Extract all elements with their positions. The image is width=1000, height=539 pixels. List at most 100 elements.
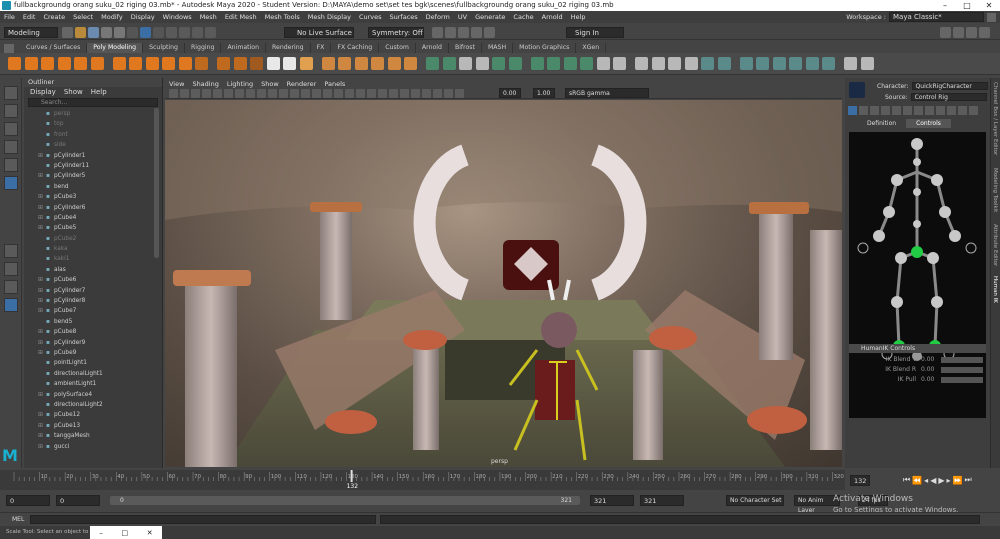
viewport-3d[interactable]: persp xyxy=(165,100,842,467)
outliner-item[interactable]: ⊞ ▪ pCube12 xyxy=(24,410,162,420)
play-forward-icon[interactable]: ▶ xyxy=(938,476,944,485)
expand-icon[interactable]: ⊞ xyxy=(38,442,46,452)
smooth-shade-icon[interactable] xyxy=(323,89,332,98)
hik-selection-icon[interactable] xyxy=(892,106,901,115)
menu-set-dropdown[interactable]: Modeling xyxy=(4,27,58,38)
hik-show-ik-icon[interactable] xyxy=(947,106,956,115)
outliner-item[interactable]: ▪ kaka xyxy=(24,244,162,254)
menu-help[interactable]: Help xyxy=(571,13,586,21)
quadrangulate-tool-icon[interactable] xyxy=(701,57,714,70)
rotate-tool-icon[interactable] xyxy=(4,158,18,172)
pinch-tool-icon[interactable] xyxy=(860,57,874,70)
textured-icon[interactable] xyxy=(345,89,354,98)
helix-tool-icon[interactable] xyxy=(195,57,208,70)
outliner-item[interactable]: ⊞ ▪ pCylinder5 xyxy=(24,171,162,181)
tab-definition[interactable]: Definition xyxy=(857,119,906,128)
expand-icon[interactable]: ⊞ xyxy=(38,338,46,348)
menu-modify[interactable]: Modify xyxy=(101,13,123,21)
grab-tool-icon[interactable] xyxy=(844,57,857,70)
outliner-item[interactable]: ▪ persp xyxy=(24,109,162,119)
time-slider[interactable]: 10 20 30 40 50 60 70 80 90 100 110 120 130 140 150 160 1… xyxy=(0,470,845,490)
platonic-tool-icon[interactable] xyxy=(129,57,142,70)
chamfer-tool-icon[interactable] xyxy=(635,57,648,70)
current-frame-field[interactable]: 132 xyxy=(850,475,870,486)
shelf-tab-mash[interactable]: MASH xyxy=(482,43,514,53)
workspace-dropdown[interactable]: Maya Classic* xyxy=(889,12,984,22)
playback-end-field[interactable]: 321 xyxy=(590,495,634,506)
expand-icon[interactable]: ⊞ xyxy=(38,192,46,202)
outliner-menu-show[interactable]: Show xyxy=(64,88,83,96)
hik-param-slider[interactable] xyxy=(941,377,983,383)
anti-aliasing-icon[interactable] xyxy=(400,89,409,98)
plane-tool-icon[interactable] xyxy=(90,57,104,70)
multi-cut-tool-icon[interactable] xyxy=(459,57,472,70)
uv-unfold-tool-icon[interactable] xyxy=(772,57,786,70)
outliner-item[interactable]: ▪ top xyxy=(24,119,162,129)
motion-blur-icon[interactable] xyxy=(389,89,398,98)
select-tool-icon[interactable] xyxy=(4,86,18,100)
outliner-item[interactable]: ⊞ ▪ pCube13 xyxy=(24,421,162,431)
ambient-occlusion-icon[interactable] xyxy=(378,89,387,98)
four-pane-layout-icon[interactable] xyxy=(4,262,18,276)
tool-settings-icon[interactable] xyxy=(966,27,977,38)
xray-icon[interactable] xyxy=(433,89,442,98)
channel-box-icon[interactable] xyxy=(979,27,990,38)
expand-icon[interactable]: ⊞ xyxy=(38,431,46,441)
default-material-icon[interactable] xyxy=(334,89,343,98)
step-forward-frame-icon[interactable]: ▸ xyxy=(947,476,951,485)
outliner-item[interactable]: ⊞ ▪ pCube8 xyxy=(24,327,162,337)
bookmarks-icon[interactable] xyxy=(191,89,200,98)
image-plane-icon[interactable] xyxy=(202,89,211,98)
outliner-item[interactable]: ▪ directionalLight2 xyxy=(24,400,162,410)
outliner-item[interactable]: ⊞ ▪ gucci xyxy=(24,442,162,452)
outliner-item[interactable]: ⊞ ▪ polySurface4 xyxy=(24,390,162,400)
depth-of-field-icon[interactable] xyxy=(411,89,420,98)
menu-cache[interactable]: Cache xyxy=(513,13,533,21)
mirror-tool-icon[interactable] xyxy=(387,57,401,70)
outliner-item[interactable]: ⊞ ▪ pCube5 xyxy=(24,223,162,233)
two-pane-layout-icon[interactable] xyxy=(4,280,18,294)
shadows-icon[interactable] xyxy=(367,89,376,98)
current-time-marker[interactable] xyxy=(350,470,353,482)
play-back-icon[interactable]: ◀ xyxy=(930,476,936,485)
hik-param-slider[interactable] xyxy=(941,357,983,363)
outliner-item[interactable]: ⊞ ▪ pCylinder8 xyxy=(24,296,162,306)
cylinder-tool-icon[interactable] xyxy=(41,57,54,70)
extrude-tool-icon[interactable] xyxy=(492,57,505,70)
outliner-item[interactable]: ⊞ ▪ pCube9 xyxy=(24,348,162,358)
snap-view-icon[interactable] xyxy=(205,27,216,38)
bridge-tool-icon[interactable] xyxy=(426,57,439,70)
bevel-tool-icon[interactable] xyxy=(475,57,489,70)
shelf-tab-fx[interactable]: FX xyxy=(311,43,332,53)
step-back-frame-icon[interactable]: ◂ xyxy=(924,476,928,485)
side-tab-attribute-editor[interactable]: Attribute Editor xyxy=(992,224,998,266)
shelf-tab-custom[interactable]: Custom xyxy=(379,43,416,53)
side-tab-channel-box[interactable]: Channel Box / Layer Editor xyxy=(992,82,998,155)
wedge-tool-icon[interactable] xyxy=(668,57,681,70)
planar-uv-tool-icon[interactable] xyxy=(717,57,731,70)
render-icon[interactable] xyxy=(432,27,443,38)
automatic-uv-tool-icon[interactable] xyxy=(739,57,753,70)
shelf-tab-arnold[interactable]: Arnold xyxy=(416,43,449,53)
hik-param-value[interactable]: 0.00 xyxy=(921,356,934,363)
pyramid-tool-icon[interactable] xyxy=(145,57,159,70)
super-shape-tool-icon[interactable] xyxy=(250,57,263,70)
menu-file[interactable]: File xyxy=(4,13,15,21)
pipe-tool-icon[interactable] xyxy=(178,57,192,70)
workspace-lock-icon[interactable] xyxy=(987,12,996,22)
shelf-tab-fx-caching[interactable]: FX Caching xyxy=(331,43,380,53)
shelf-tab-xgen[interactable]: XGen xyxy=(576,43,607,53)
soccer-ball-tool-icon[interactable] xyxy=(233,57,247,70)
2d-pan-zoom-icon[interactable] xyxy=(213,89,222,98)
expand-icon[interactable]: ⊞ xyxy=(38,348,46,358)
paint-select-tool-icon[interactable] xyxy=(4,122,18,136)
tab-controls[interactable]: Controls xyxy=(906,119,951,128)
select-object-icon[interactable] xyxy=(140,27,151,38)
ipr-render-icon[interactable] xyxy=(445,27,456,38)
wireframe-icon[interactable] xyxy=(312,89,321,98)
menu-select[interactable]: Select xyxy=(73,13,93,21)
playback-start-field[interactable]: 0 xyxy=(56,495,100,506)
snap-grid-icon[interactable] xyxy=(166,27,177,38)
triangulate-tool-icon[interactable] xyxy=(684,57,698,70)
symmetry-dropdown[interactable]: Symmetry: Off xyxy=(368,27,424,38)
